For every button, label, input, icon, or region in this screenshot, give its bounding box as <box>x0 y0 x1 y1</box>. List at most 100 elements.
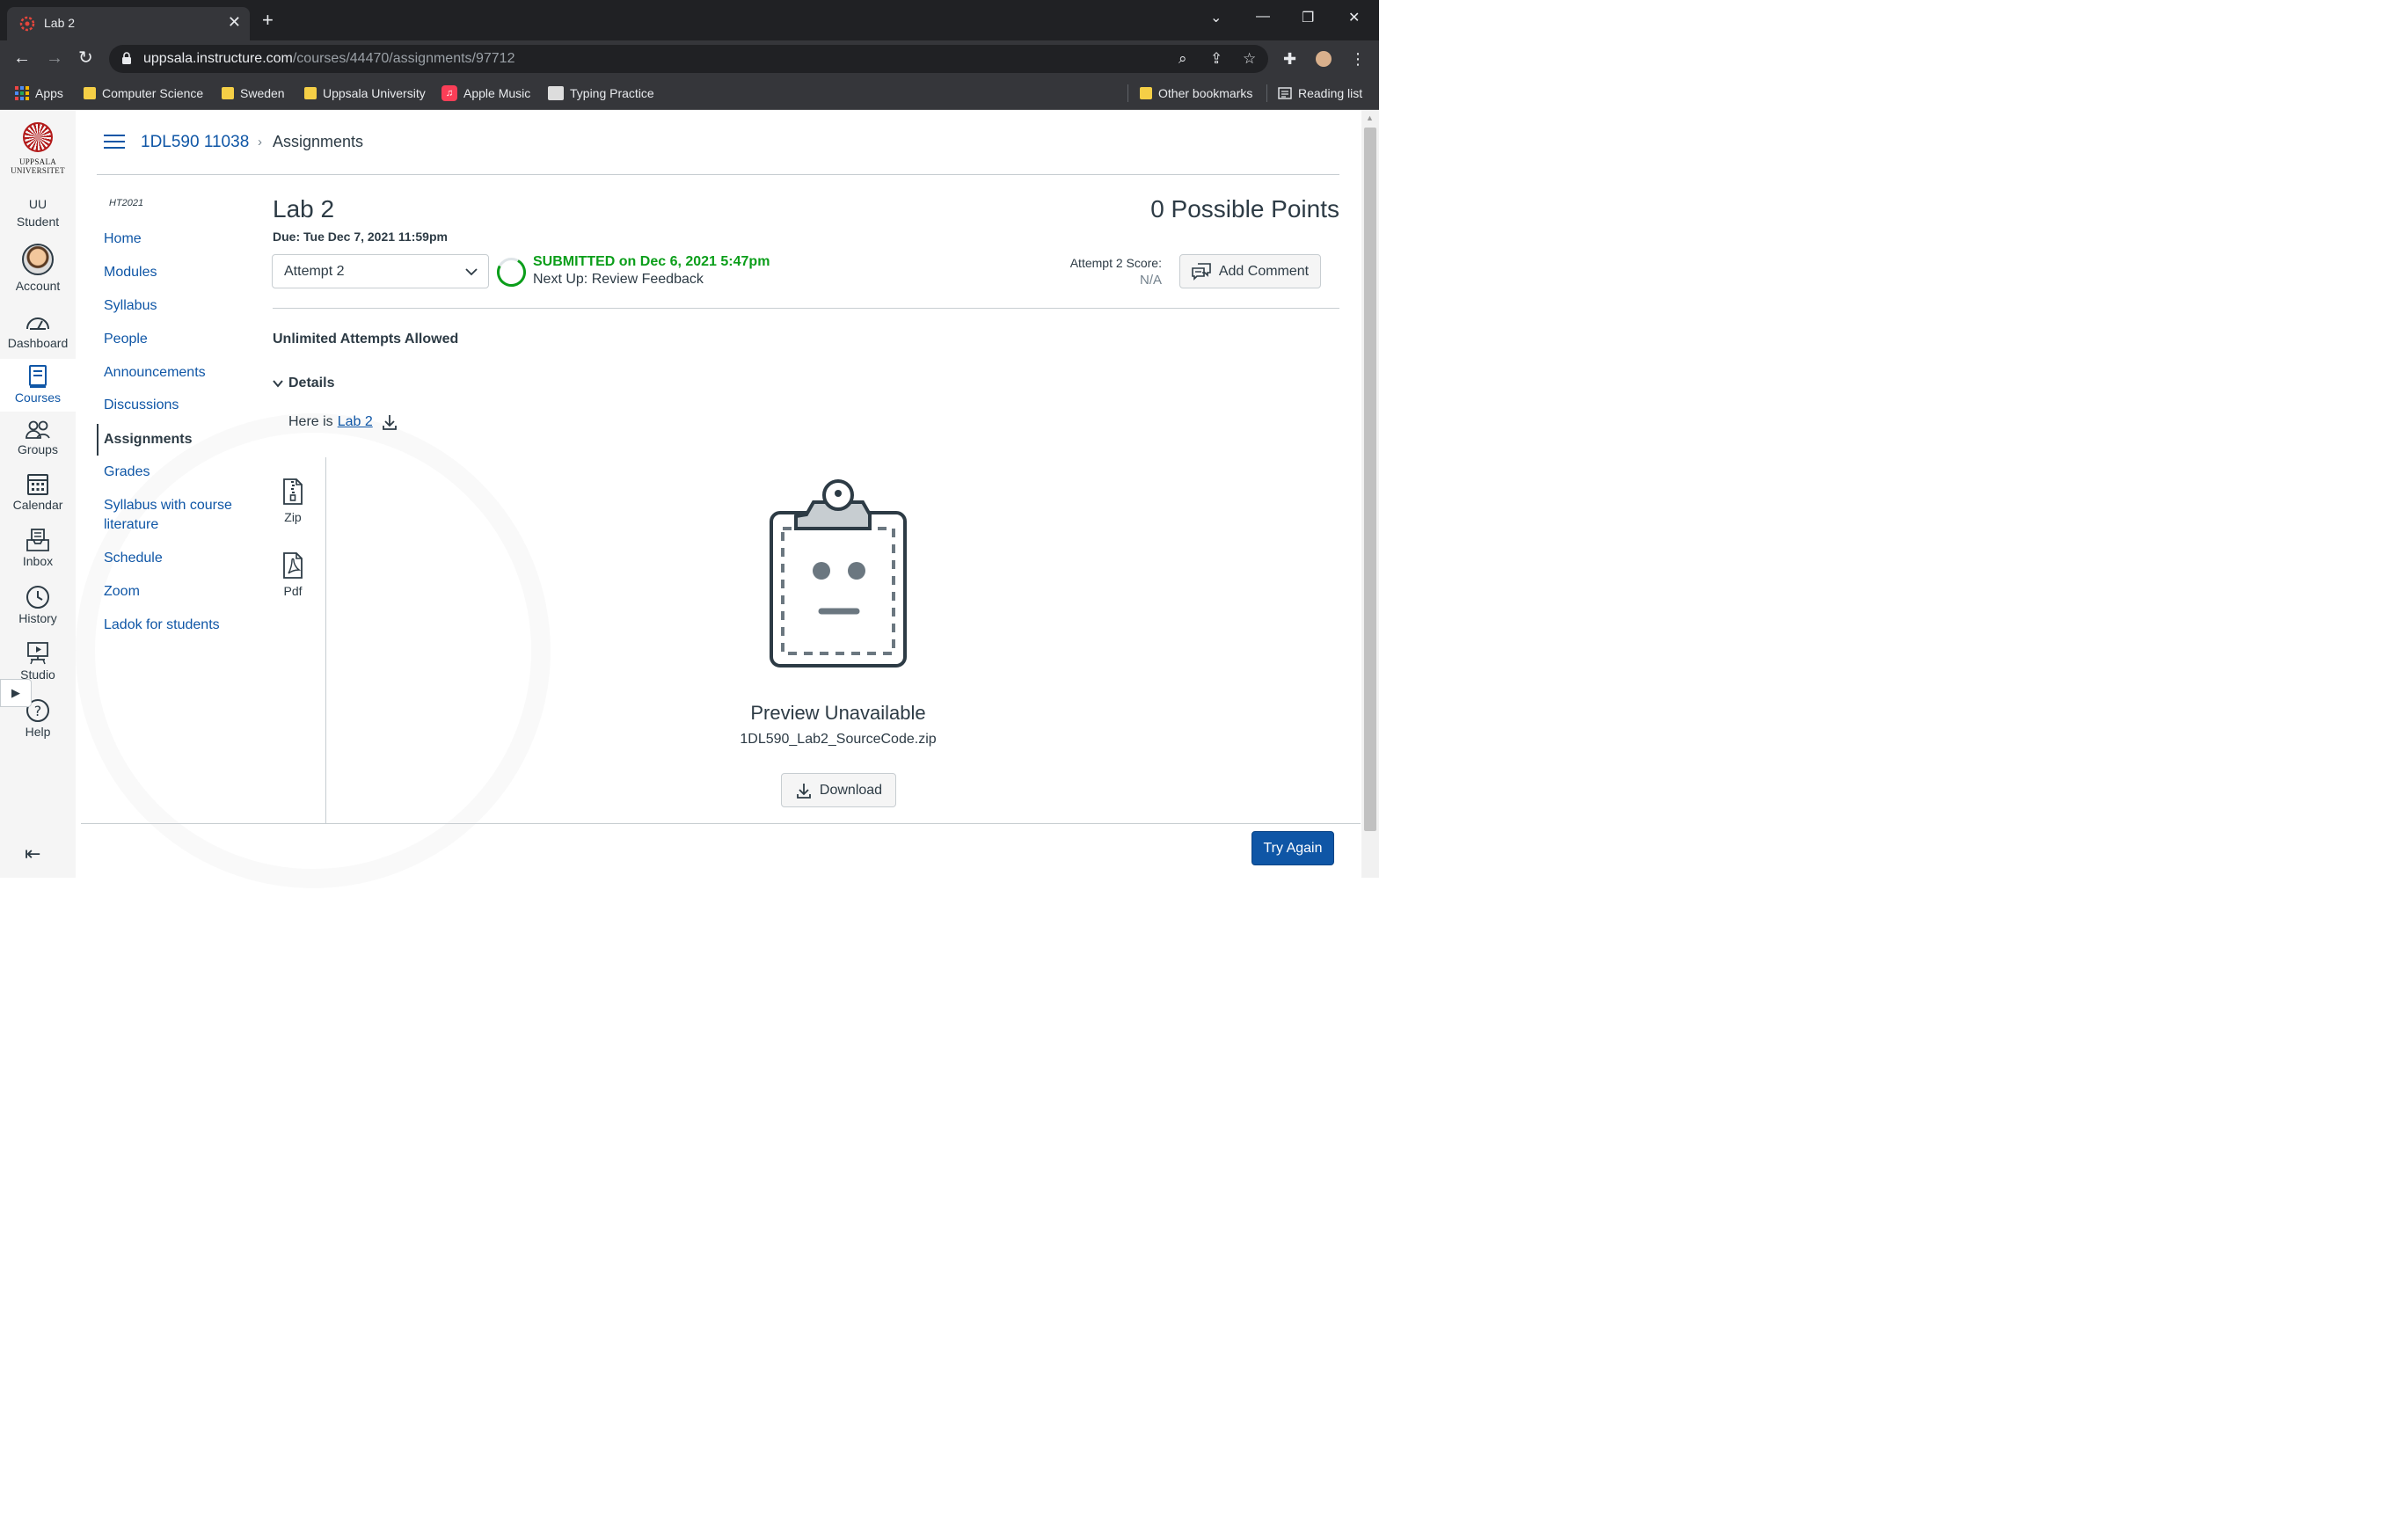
reload-icon[interactable]: ↻ <box>78 48 93 68</box>
bookmark-apple-music[interactable]: ♫ Apple Music <box>441 84 530 103</box>
chevron-down-icon <box>465 268 478 276</box>
breadcrumb-current: Assignments <box>273 133 364 150</box>
assignment-title: Lab 2 <box>273 195 335 223</box>
back-icon[interactable]: ← <box>13 48 31 68</box>
nav-account[interactable]: Account <box>0 244 76 293</box>
submission-files: Zip Pdf <box>273 457 326 823</box>
close-tab-icon[interactable]: ✕ <box>228 13 241 32</box>
forward-icon[interactable]: → <box>46 48 63 68</box>
details-toggle[interactable]: Details <box>273 376 334 391</box>
extensions-icon[interactable]: ✚ <box>1283 50 1296 69</box>
try-again-button[interactable]: Try Again <box>1251 831 1334 865</box>
details-body: Here is Lab 2 <box>288 413 398 431</box>
url-field[interactable]: uppsala.instructure.com/courses/44470/as… <box>109 45 1268 73</box>
reading-list-button[interactable]: Reading list <box>1278 84 1362 103</box>
possible-points: 0 Possible Points <box>1150 195 1339 223</box>
groups-people-icon <box>26 420 50 439</box>
nav-uu-student[interactable]: UU Student <box>0 195 76 230</box>
attempt-select-value: Attempt 2 <box>284 264 345 279</box>
add-comment-button[interactable]: Add Comment <box>1179 254 1321 288</box>
dashboard-gauge-icon <box>26 317 49 330</box>
tab-search-icon[interactable]: ⌄ <box>1210 9 1222 26</box>
file-pdf[interactable]: Pdf <box>273 552 313 598</box>
close-window-icon[interactable]: ✕ <box>1348 9 1360 26</box>
download-icon <box>797 783 811 799</box>
course-nav-people[interactable]: People <box>104 330 253 349</box>
breadcrumb-course[interactable]: 1DL590 11038 <box>141 133 249 152</box>
download-button[interactable]: Download <box>781 773 896 807</box>
course-nav-discussions[interactable]: Discussions <box>104 396 253 415</box>
uppsala-logo[interactable]: UPPSALA UNIVERSITET <box>0 122 76 175</box>
course-nav-active-indicator <box>97 424 99 456</box>
zoom-icon[interactable]: ⌕ <box>1178 50 1187 68</box>
lab-2-file-link[interactable]: Lab 2 <box>338 414 373 430</box>
page-scrollbar[interactable]: ▲ <box>1361 110 1379 878</box>
bookmark-computer-science[interactable]: Computer Science <box>84 84 203 103</box>
bookmarks-bar: Apps Computer Science Sweden Uppsala Uni… <box>0 77 1379 110</box>
browser-tab-bar: Lab 2 ✕ + ⌄ — ❐ ✕ <box>0 0 1379 40</box>
course-menu-toggle-icon[interactable] <box>104 135 125 150</box>
nav-studio[interactable]: Studio <box>0 641 76 682</box>
pdf-file-icon <box>283 552 303 579</box>
scroll-up-icon[interactable]: ▲ <box>1366 113 1374 122</box>
file-zip[interactable]: Zip <box>273 478 313 524</box>
bookmark-sweden[interactable]: Sweden <box>222 84 285 103</box>
bookmark-divider <box>1127 84 1128 102</box>
bookmark-apps[interactable]: Apps <box>15 84 63 103</box>
nav-history[interactable]: History <box>0 585 76 625</box>
lock-icon <box>122 52 131 64</box>
course-nav-modules[interactable]: Modules <box>104 263 253 282</box>
scrollbar-thumb[interactable] <box>1364 128 1376 831</box>
restore-icon[interactable]: ❐ <box>1302 9 1314 26</box>
inbox-icon <box>26 529 49 551</box>
courses-book-icon <box>29 365 47 388</box>
music-note-icon: ♫ <box>441 85 457 101</box>
course-nav-schedule[interactable]: Schedule <box>104 549 253 568</box>
bookmark-uppsala-university[interactable]: Uppsala University <box>304 84 426 103</box>
breadcrumb-chevron-icon: › <box>258 135 262 150</box>
folder-icon <box>84 87 96 99</box>
course-nav-assignments[interactable]: Assignments <box>104 430 253 449</box>
nav-groups[interactable]: Groups <box>0 419 76 456</box>
comment-icon <box>1192 262 1211 281</box>
bookmark-star-icon[interactable]: ☆ <box>1243 50 1256 68</box>
nav-calendar[interactable]: Calendar <box>0 471 76 512</box>
reading-list-icon <box>1278 87 1292 99</box>
course-nav-home[interactable]: Home <box>104 230 253 249</box>
download-icon[interactable] <box>381 413 398 431</box>
bookmark-divider <box>1266 84 1267 102</box>
canvas-favicon-icon <box>19 16 35 32</box>
attempt-select[interactable]: Attempt 2 <box>272 254 489 288</box>
chevron-down-icon <box>273 380 283 388</box>
course-nav-syllabus[interactable]: Syllabus <box>104 296 253 316</box>
nav-courses[interactable]: Courses <box>0 359 76 412</box>
folder-icon <box>1140 87 1152 99</box>
preview-unavailable-clipboard-icon <box>770 479 907 668</box>
course-nav-syllabus-literature[interactable]: Syllabus with course literature <box>104 496 253 535</box>
menu-dots-icon[interactable]: ⋮ <box>1350 50 1366 69</box>
submission-progress-icon <box>497 258 526 287</box>
nav-dashboard[interactable]: Dashboard <box>0 311 76 350</box>
course-nav-zoom[interactable]: Zoom <box>104 582 253 602</box>
collapse-nav-icon[interactable]: ⇤ <box>25 843 40 865</box>
calendar-icon <box>27 474 48 495</box>
browser-tab[interactable]: Lab 2 ✕ <box>7 7 250 40</box>
course-nav-announcements[interactable]: Announcements <box>104 363 253 383</box>
history-clock-icon <box>26 586 49 609</box>
url-text: uppsala.instructure.com/courses/44470/as… <box>143 51 515 66</box>
minimize-icon[interactable]: — <box>1256 9 1270 25</box>
course-nav-ladok[interactable]: Ladok for students <box>104 616 253 635</box>
global-nav: UPPSALA UNIVERSITET UU Student Account D… <box>0 110 76 878</box>
new-tab-icon[interactable]: + <box>262 11 274 30</box>
nav-inbox[interactable]: Inbox <box>0 528 76 568</box>
attempts-allowed: Unlimited Attempts Allowed <box>273 332 459 347</box>
apps-grid-icon <box>15 86 29 100</box>
profile-avatar-icon[interactable] <box>1316 51 1332 67</box>
header-divider <box>97 174 1339 175</box>
user-avatar <box>22 244 54 275</box>
course-nav-grades[interactable]: Grades <box>104 463 253 482</box>
bookmark-other[interactable]: Other bookmarks <box>1140 84 1252 103</box>
share-icon[interactable]: ⇪ <box>1210 50 1222 68</box>
bookmark-typing-practice[interactable]: Typing Practice <box>548 84 654 103</box>
submission-status: SUBMITTED on Dec 6, 2021 5:47pm <box>533 254 770 269</box>
